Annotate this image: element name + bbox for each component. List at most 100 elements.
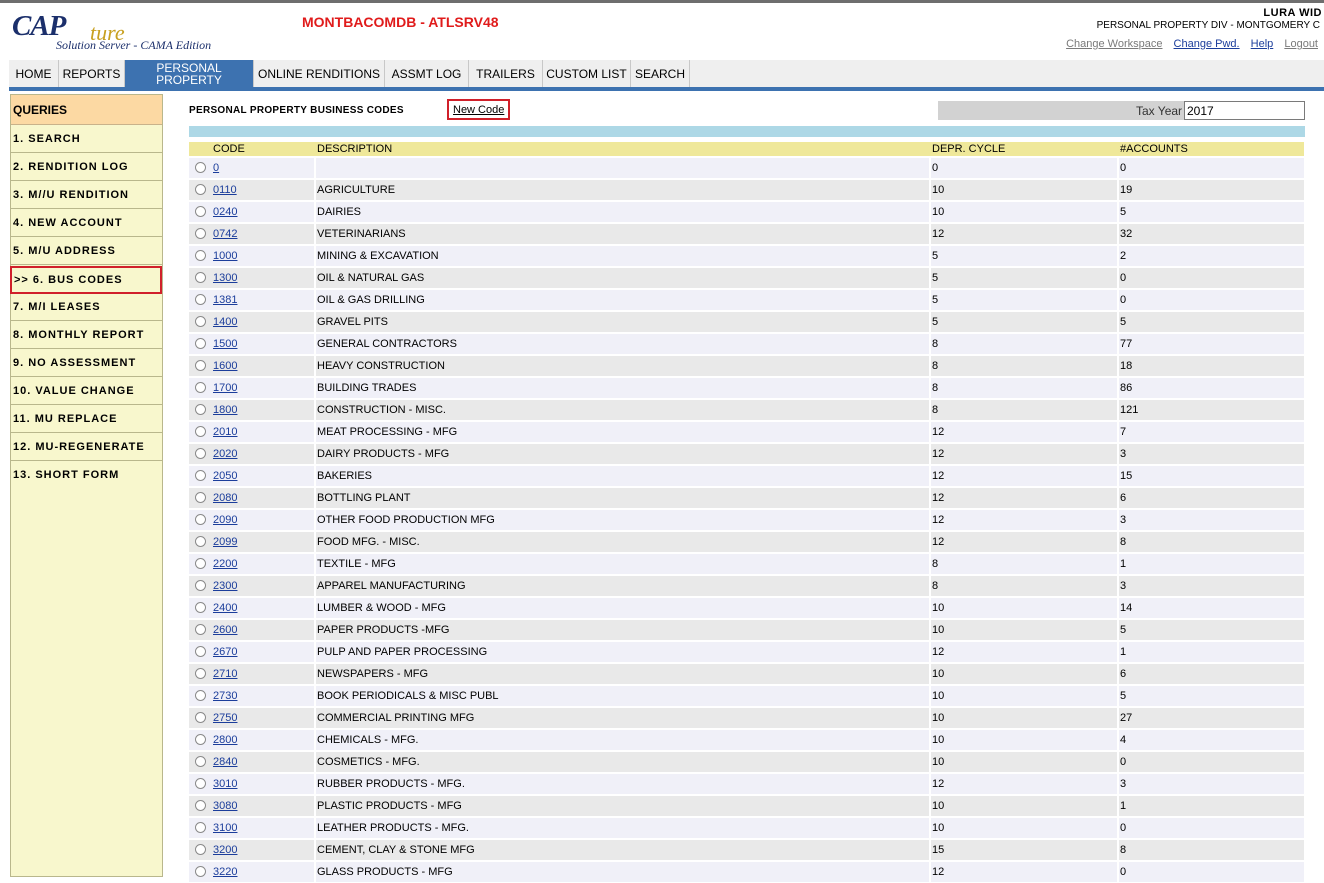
row-select-radio[interactable] — [195, 734, 206, 745]
row-select-radio[interactable] — [195, 690, 206, 701]
row-select-radio[interactable] — [195, 580, 206, 591]
row-select-radio[interactable] — [195, 822, 206, 833]
row-select-radio[interactable] — [195, 426, 206, 437]
sidebar-item-search[interactable]: 1. SEARCH — [11, 125, 162, 153]
table-row: 1381 OIL & GAS DRILLING 5 0 — [189, 290, 1304, 310]
row-select-radio[interactable] — [195, 162, 206, 173]
code-link[interactable]: 2750 — [213, 708, 237, 728]
sidebar-item-value-change[interactable]: 10. VALUE CHANGE — [11, 377, 162, 405]
code-link[interactable]: 0742 — [213, 224, 237, 244]
code-link[interactable]: 1381 — [213, 290, 237, 310]
change-password-link[interactable]: Change Pwd. — [1174, 38, 1240, 50]
row-select-radio[interactable] — [195, 624, 206, 635]
code-link[interactable]: 2200 — [213, 554, 237, 574]
sidebar-item-no-assessment[interactable]: 9. NO ASSESSMENT — [11, 349, 162, 377]
row-select-radio[interactable] — [195, 866, 206, 877]
row-select-radio[interactable] — [195, 382, 206, 393]
row-select-radio[interactable] — [195, 844, 206, 855]
row-select-radio[interactable] — [195, 206, 206, 217]
row-select-radio[interactable] — [195, 338, 206, 349]
code-link[interactable]: 2600 — [213, 620, 237, 640]
row-select-radio[interactable] — [195, 184, 206, 195]
code-link[interactable]: 1400 — [213, 312, 237, 332]
nav-home[interactable]: HOME — [9, 60, 59, 87]
code-link[interactable]: 0240 — [213, 202, 237, 222]
depr-cycle-cell: 12 — [932, 866, 945, 878]
row-select-radio[interactable] — [195, 492, 206, 503]
sidebar-item-mu-address[interactable]: 5. M/U ADDRESS — [11, 237, 162, 265]
accounts-cell: 7 — [1120, 426, 1127, 438]
row-select-radio[interactable] — [195, 778, 206, 789]
row-select-radio[interactable] — [195, 668, 206, 679]
code-link[interactable]: 1600 — [213, 356, 237, 376]
code-link[interactable]: 1300 — [213, 268, 237, 288]
code-link[interactable]: 2800 — [213, 730, 237, 750]
sidebar-item-mu-rendition[interactable]: 3. M//U RENDITION — [11, 181, 162, 209]
logout-link[interactable]: Logout — [1284, 38, 1318, 50]
nav-custom-list[interactable]: CUSTOM LIST — [543, 60, 631, 87]
row-select-radio[interactable] — [195, 800, 206, 811]
sidebar-item-new-account[interactable]: 4. NEW ACCOUNT — [11, 209, 162, 237]
depr-cycle-cell: 10 — [932, 822, 945, 834]
code-link[interactable]: 2400 — [213, 598, 237, 618]
code-link[interactable]: 1700 — [213, 378, 237, 398]
code-link[interactable]: 3100 — [213, 818, 237, 838]
tax-year-input[interactable] — [1184, 101, 1305, 120]
row-select-radio[interactable] — [195, 536, 206, 547]
code-link[interactable]: 3010 — [213, 774, 237, 794]
nav-online-renditions[interactable]: ONLINE RENDITIONS — [254, 60, 385, 87]
row-select-radio[interactable] — [195, 448, 206, 459]
row-select-radio[interactable] — [195, 602, 206, 613]
row-select-radio[interactable] — [195, 404, 206, 415]
sidebar-item-mu-regenerate[interactable]: 12. MU-REGENERATE — [11, 433, 162, 461]
code-link[interactable]: 1000 — [213, 246, 237, 266]
help-link[interactable]: Help — [1251, 38, 1274, 50]
code-link[interactable]: 2099 — [213, 532, 237, 552]
code-link[interactable]: 1800 — [213, 400, 237, 420]
code-link[interactable]: 2670 — [213, 642, 237, 662]
nav-trailers[interactable]: TRAILERS — [469, 60, 543, 87]
row-select-radio[interactable] — [195, 228, 206, 239]
code-link[interactable]: 2050 — [213, 466, 237, 486]
sidebar-item-rendition-log[interactable]: 2. RENDITION LOG — [11, 153, 162, 181]
row-select-radio[interactable] — [195, 646, 206, 657]
nav-assmt-log[interactable]: ASSMT LOG — [385, 60, 469, 87]
row-select-radio[interactable] — [195, 360, 206, 371]
new-code-link[interactable]: New Code — [447, 99, 511, 120]
code-link[interactable]: 2710 — [213, 664, 237, 684]
nav-search[interactable]: SEARCH — [631, 60, 690, 87]
nav-personal-property[interactable]: PERSONAL PROPERTY — [125, 60, 254, 87]
code-link[interactable]: 2010 — [213, 422, 237, 442]
sidebar-item-mi-leases[interactable]: 7. M/I LEASES — [11, 293, 162, 321]
row-select-radio[interactable] — [195, 756, 206, 767]
code-link[interactable]: 2080 — [213, 488, 237, 508]
code-link[interactable]: 3080 — [213, 796, 237, 816]
code-link[interactable]: 3200 — [213, 840, 237, 860]
row-select-radio[interactable] — [195, 470, 206, 481]
table-row: 3100 LEATHER PRODUCTS - MFG. 10 0 — [189, 818, 1304, 838]
code-link[interactable]: 2730 — [213, 686, 237, 706]
row-select-radio[interactable] — [195, 514, 206, 525]
code-link[interactable]: 3220 — [213, 862, 237, 882]
row-select-radio[interactable] — [195, 558, 206, 569]
code-link[interactable]: 2020 — [213, 444, 237, 464]
code-link[interactable]: 2840 — [213, 752, 237, 772]
row-select-radio[interactable] — [195, 294, 206, 305]
sidebar-item-mu-replace[interactable]: 11. MU REPLACE — [11, 405, 162, 433]
code-link[interactable]: 1500 — [213, 334, 237, 354]
row-select-radio[interactable] — [195, 316, 206, 327]
row-select-radio[interactable] — [195, 272, 206, 283]
sidebar-item-monthly-report[interactable]: 8. MONTHLY REPORT — [11, 321, 162, 349]
description-cell: TEXTILE - MFG — [317, 558, 396, 570]
description-cell: DAIRIES — [317, 206, 362, 218]
row-select-radio[interactable] — [195, 712, 206, 723]
code-link[interactable]: 2300 — [213, 576, 237, 596]
sidebar-item-short-form[interactable]: 13. SHORT FORM — [11, 461, 162, 489]
code-link[interactable]: 2090 — [213, 510, 237, 530]
code-link[interactable]: 0110 — [213, 180, 237, 200]
code-link[interactable]: 0 — [213, 158, 219, 178]
change-workspace-link[interactable]: Change Workspace — [1066, 38, 1162, 50]
sidebar-item-bus-codes[interactable]: >> 6. BUS CODES — [10, 266, 162, 294]
nav-reports[interactable]: REPORTS — [59, 60, 125, 87]
row-select-radio[interactable] — [195, 250, 206, 261]
